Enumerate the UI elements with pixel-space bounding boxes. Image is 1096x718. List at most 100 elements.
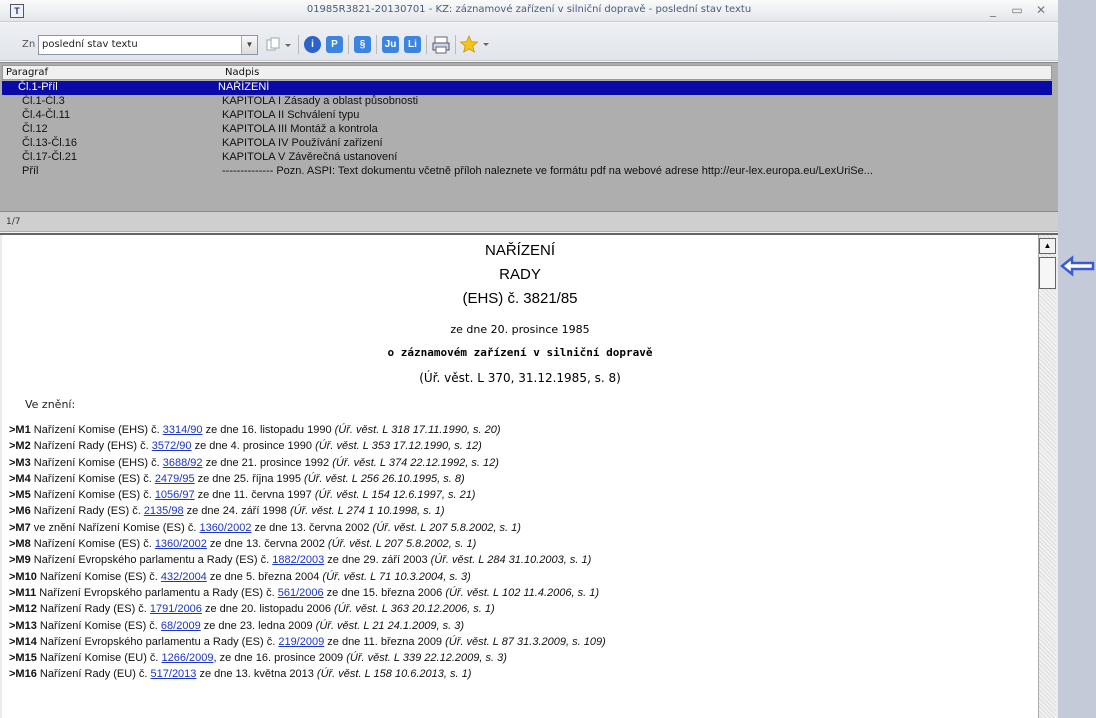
amendment-date: ze dne 24. září 1998: [183, 505, 290, 518]
paragraph-row[interactable]: Příl -------------- Pozn. ASPI: Text dok…: [2, 165, 1052, 179]
paragraph-row-selected[interactable]: Čl.1-Příl NAŘÍZENÍ: [2, 81, 1052, 95]
amendment-item: >M11 Nařízení Evropského parlamentu a Ra…: [9, 587, 1029, 603]
vertical-scrollbar[interactable]: ▲: [1038, 235, 1056, 718]
star-icon[interactable]: [460, 35, 494, 54]
amendment-link[interactable]: 3314/90: [163, 424, 203, 436]
amendment-text: Nařízení Komise (EU) č.: [36, 652, 162, 665]
amendment-date: ze dne 13. května 2013: [196, 668, 317, 681]
amendment-date: ze dne 13. června 2002: [251, 521, 373, 534]
version-select-value: poslední stav textu: [42, 39, 138, 50]
amendment-link[interactable]: 219/2009: [278, 636, 324, 648]
amendment-reference: (Úř. věst. L 158 10.6.2013, s. 1): [316, 668, 472, 681]
amendment-text: ve znění Nařízení Komise (ES) č.: [30, 521, 200, 534]
amendment-link[interactable]: 1360/2002: [155, 538, 207, 550]
ju-icon[interactable]: Ju: [382, 36, 399, 53]
amendment-link[interactable]: 2479/95: [155, 473, 195, 485]
amendment-date: ze dne 29. září 2003: [324, 554, 431, 567]
print-icon[interactable]: [432, 36, 450, 54]
column-header-nadpis[interactable]: Nadpis: [225, 67, 259, 78]
copy-dropdown-icon[interactable]: [266, 37, 294, 53]
document-number: (EHS) č. 3821/85: [462, 290, 578, 307]
paragraph-row[interactable]: Čl.4-Čl.11 KAPITOLA II Schválení typu: [2, 109, 1052, 123]
version-select[interactable]: poslední stav textu ▼: [38, 35, 258, 55]
document-reference: (Úř. věst. L 370, 31.12.1985, s. 8): [419, 371, 621, 385]
amendment-link[interactable]: 68/2009: [161, 620, 201, 632]
toolbar: Zn poslední stav textu ▼ i P § Ju Li: [0, 23, 1058, 61]
scroll-up-button[interactable]: ▲: [1039, 238, 1056, 254]
paragraph-title: KAPITOLA I Zásady a oblast působnosti: [222, 95, 419, 107]
window-title: 01985R3821-20130701 - KZ: záznamové zaří…: [306, 4, 752, 15]
amendment-reference: (Úř. věst. L 339 22.12.2009, s. 3): [346, 652, 507, 665]
amendment-link[interactable]: 1882/2003: [272, 554, 324, 566]
paragraph-number: Čl.13-Čl.16: [22, 137, 78, 149]
paragraph-row[interactable]: Čl.13-Čl.16 KAPITOLA IV Používání zaříze…: [2, 137, 1052, 151]
amendment-date: ze dne 13. června 2002: [206, 538, 328, 551]
toolbar-separator: [455, 35, 456, 54]
p-icon[interactable]: P: [326, 36, 343, 53]
chevron-down-icon[interactable]: ▼: [241, 36, 257, 54]
amendment-text: Nařízení Rady (EHS) č.: [30, 440, 152, 453]
amendment-link[interactable]: 3572/90: [152, 440, 192, 452]
amendment-reference: (Úř. věst. L 102 11.4.2006, s. 1): [445, 586, 600, 599]
amendment-reference: (Úř. věst. L 284 31.10.2003, s. 1): [430, 554, 592, 567]
amendment-item: >M12 Nařízení Rady (ES) č. 1791/2006 ze …: [9, 603, 1029, 619]
amendment-code: >M5: [9, 489, 31, 502]
paragraph-title: KAPITOLA II Schválení typu: [222, 109, 360, 121]
amendment-reference: (Úř. věst. L 207 5.8.2002, s. 1): [372, 521, 521, 534]
amendment-item: >M5 Nařízení Komise (ES) č. 1056/97 ze d…: [9, 489, 1029, 505]
amendment-date: ze dne 15. března 2006: [323, 586, 446, 599]
paragraph-title: -------------- Pozn. ASPI: Text dokument…: [222, 165, 873, 177]
amendment-text: Nařízení Komise (ES) č.: [30, 472, 155, 485]
amendment-code: >M8: [9, 538, 31, 551]
amendment-item: >M4 Nařízení Komise (ES) č. 2479/95 ze d…: [9, 473, 1029, 489]
info-icon[interactable]: i: [304, 36, 321, 53]
paragraph-row[interactable]: Čl.17-Čl.21 KAPITOLA V Závěrečná ustanov…: [2, 151, 1052, 165]
amendment-link[interactable]: 1266/2009: [162, 652, 214, 664]
amendment-text: Nařízení Komise (EHS) č.: [30, 456, 163, 469]
amendment-reference: (Úř. věst. L 256 26.10.1995, s. 8): [304, 472, 465, 485]
close-button[interactable]: ✕: [1032, 2, 1050, 18]
amendment-code: >M13: [9, 619, 37, 632]
amendment-link[interactable]: 2135/98: [144, 505, 184, 517]
column-header-paragraf[interactable]: Paragraf: [6, 67, 48, 78]
amendment-link[interactable]: 1056/97: [155, 489, 195, 501]
amendment-code: >M2: [9, 440, 31, 453]
amendment-code: >M4: [9, 472, 31, 485]
scroll-thumb[interactable]: [1039, 257, 1056, 289]
amendment-code: >M12: [9, 603, 37, 616]
desktop-background: [1058, 0, 1096, 718]
amendment-item: >M15 Nařízení Komise (EU) č. 1266/2009, …: [9, 652, 1029, 668]
amendment-link[interactable]: 517/2013: [151, 668, 197, 680]
amendment-code: >M15: [9, 652, 37, 665]
paragraph-row[interactable]: Čl.1-Čl.3 KAPITOLA I Zásady a oblast půs…: [2, 95, 1052, 109]
amendment-date: ze dne 21. prosince 1992: [202, 456, 333, 469]
amendment-reference: (Úř. věst. L 154 12.6.1997, s. 21): [314, 489, 476, 502]
amendment-link[interactable]: 3688/92: [163, 457, 203, 469]
li-icon[interactable]: Li: [404, 36, 421, 53]
paragraph-title: KAPITOLA V Závěrečná ustanovení: [222, 151, 398, 163]
amendment-date: ze dne 25. října 1995: [194, 472, 305, 485]
paragraph-list: Čl.1-Příl NAŘÍZENÍ Čl.1-Čl.3 KAPITOLA I …: [2, 81, 1052, 179]
paragraph-count: 1/7: [6, 217, 21, 227]
paragraph-status-bar: 1/7: [0, 211, 1058, 231]
amendment-code: >M11: [9, 586, 37, 599]
amendment-text: Nařízení Komise (ES) č.: [36, 619, 161, 632]
paragraph-number: Čl.1-Příl: [18, 81, 58, 93]
amendment-link[interactable]: 1360/2002: [199, 522, 251, 534]
amendment-item: >M14 Nařízení Evropského parlamentu a Ra…: [9, 636, 1029, 652]
amendment-link[interactable]: 561/2006: [278, 587, 324, 599]
amendment-link[interactable]: 432/2004: [161, 571, 207, 583]
amendment-item: >M2 Nařízení Rady (EHS) č. 3572/90 ze dn…: [9, 440, 1029, 456]
amendment-list: >M1 Nařízení Komise (EHS) č. 3314/90 ze …: [9, 424, 1029, 685]
amendment-text: Nařízení Rady (ES) č.: [36, 603, 150, 616]
toolbar-separator: [348, 35, 349, 54]
paragraph-title: KAPITOLA IV Používání zařízení: [222, 137, 383, 149]
amendment-text: Nařízení Evropského parlamentu a Rady (E…: [30, 554, 273, 567]
paragraph-title: KAPITOLA III Montáž a kontrola: [222, 123, 378, 135]
paragraph-row[interactable]: Čl.12 KAPITOLA III Montáž a kontrola: [2, 123, 1052, 137]
minimize-button[interactable]: _: [984, 2, 1002, 18]
section-icon[interactable]: §: [354, 36, 371, 53]
maximize-button[interactable]: ▭: [1008, 2, 1026, 18]
title-bar: T 01985R3821-20130701 - KZ: záznamové za…: [0, 0, 1058, 22]
amendment-link[interactable]: 1791/2006: [150, 603, 202, 615]
